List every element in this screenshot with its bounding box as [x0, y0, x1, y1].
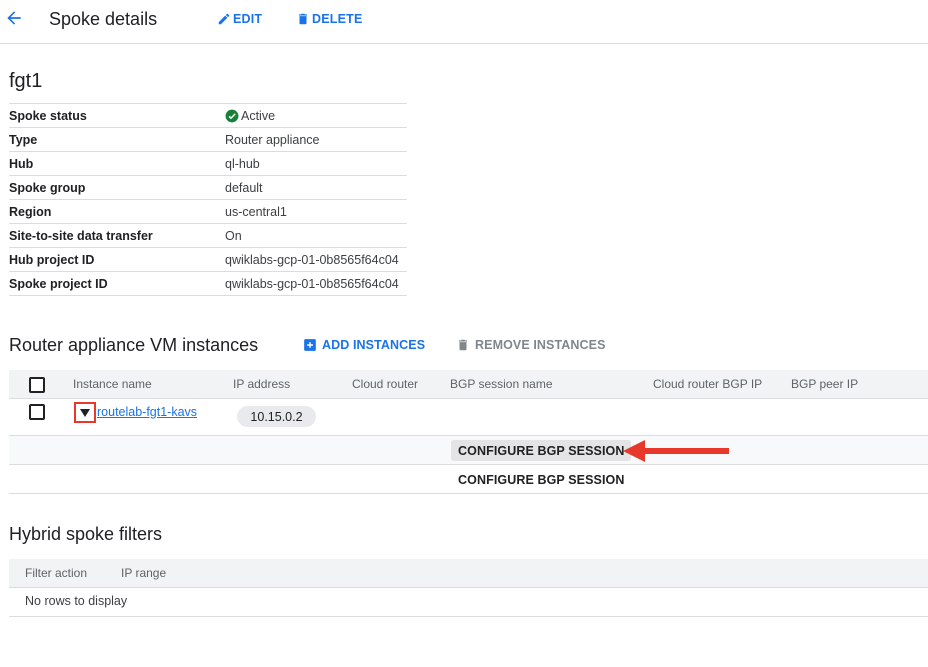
remove-instances-button[interactable]: REMOVE INSTANCES [456, 338, 606, 352]
ip-chip: 10.15.0.2 [237, 406, 316, 427]
table-row: routelab-fgt1-kavs 10.15.0.2 [9, 399, 928, 436]
empty-row: No rows to display [9, 588, 928, 617]
chevron-down-icon [80, 408, 90, 417]
add-instances-button[interactable]: ADD INSTANCES [303, 338, 425, 352]
edit-label: EDIT [233, 12, 263, 26]
detail-value: Active [225, 109, 275, 123]
delete-label: DELETE [312, 12, 363, 26]
detail-row-type: Type Router appliance [9, 128, 407, 152]
select-all-checkbox[interactable] [29, 377, 45, 393]
configure-bgp-session-button[interactable]: CONFIGURE BGP SESSION [451, 440, 632, 461]
configure-bgp-session-button[interactable]: CONFIGURE BGP SESSION [451, 469, 631, 490]
trash-icon [458, 339, 468, 351]
col-filter-action: Filter action [25, 566, 88, 580]
status-text: Active [241, 109, 276, 123]
col-cloud-router-bgp-ip: Cloud router BGP IP [653, 377, 763, 391]
add-instances-label: ADD INSTANCES [322, 338, 426, 352]
detail-key: Hub project ID [9, 253, 95, 267]
detail-row-region: Region us-central1 [9, 200, 407, 224]
arrow-back-icon [7, 11, 21, 25]
instance-link[interactable]: routelab-fgt1-kavs [97, 405, 197, 419]
detail-value: qwiklabs-gcp-01-0b8565f64c04 [225, 253, 399, 267]
detail-row-site-to-site: Site-to-site data transfer On [9, 224, 407, 248]
detail-key: Spoke status [9, 109, 87, 123]
detail-value: Router appliance [225, 133, 320, 147]
bgp-sub-row: CONFIGURE BGP SESSION [9, 436, 928, 465]
details-table: Spoke status Active Type Router applianc… [9, 103, 407, 296]
hybrid-filters-title: Hybrid spoke filters [9, 524, 163, 544]
detail-row-spoke-group: Spoke group default [9, 176, 407, 200]
col-bgp-session-name: BGP session name [450, 377, 553, 391]
bgp-sub-row: CONFIGURE BGP SESSION [9, 465, 928, 494]
detail-value: us-central1 [225, 205, 287, 219]
empty-text: No rows to display [25, 594, 128, 608]
detail-key: Type [9, 133, 38, 147]
back-button[interactable] [4, 8, 24, 30]
detail-row-hub-project: Hub project ID qwiklabs-gcp-01-0b8565f64… [9, 248, 407, 272]
detail-key: Spoke project ID [9, 277, 108, 291]
detail-row-spoke-project: Spoke project ID qwiklabs-gcp-01-0b8565f… [9, 272, 407, 296]
remove-instances-label: REMOVE INSTANCES [475, 338, 606, 352]
detail-row-status: Spoke status Active [9, 104, 407, 128]
detail-key: Region [9, 205, 52, 219]
expand-row-button[interactable] [74, 402, 96, 423]
red-arrow-annotation [623, 440, 729, 462]
table-header: Filter action IP range [9, 559, 928, 588]
hybrid-filters-table: Filter action IP range No rows to displa… [9, 559, 928, 617]
detail-key: Spoke group [9, 181, 86, 195]
check-circle-icon [225, 109, 239, 123]
edit-button[interactable]: EDIT [217, 12, 262, 26]
col-instance-name: Instance name [73, 377, 152, 391]
router-vms-title: Router appliance VM instances [9, 335, 259, 355]
detail-key: Site-to-site data transfer [9, 229, 153, 243]
delete-button[interactable]: DELETE [296, 12, 363, 26]
col-bgp-peer-ip: BGP peer IP [791, 377, 859, 391]
spoke-name: fgt1 [9, 70, 43, 92]
detail-value: default [225, 181, 263, 195]
trash-icon [298, 13, 308, 25]
col-cloud-router: Cloud router [352, 377, 419, 391]
detail-value: On [225, 229, 242, 243]
col-ip-range: IP range [121, 566, 167, 580]
row-checkbox[interactable] [29, 404, 45, 420]
top-bar: Spoke details EDIT DELETE [0, 0, 928, 44]
col-ip-address: IP address [233, 377, 291, 391]
table-header: Instance name IP address Cloud router BG… [9, 370, 928, 399]
detail-row-hub: Hub ql-hub [9, 152, 407, 176]
page-title: Spoke details [49, 9, 158, 29]
pencil-icon [218, 13, 230, 25]
detail-value: ql-hub [225, 157, 260, 171]
detail-value: qwiklabs-gcp-01-0b8565f64c04 [225, 277, 399, 291]
vm-instances-table: Instance name IP address Cloud router BG… [9, 370, 928, 494]
detail-key: Hub [9, 157, 34, 171]
plus-box-icon [304, 339, 316, 351]
